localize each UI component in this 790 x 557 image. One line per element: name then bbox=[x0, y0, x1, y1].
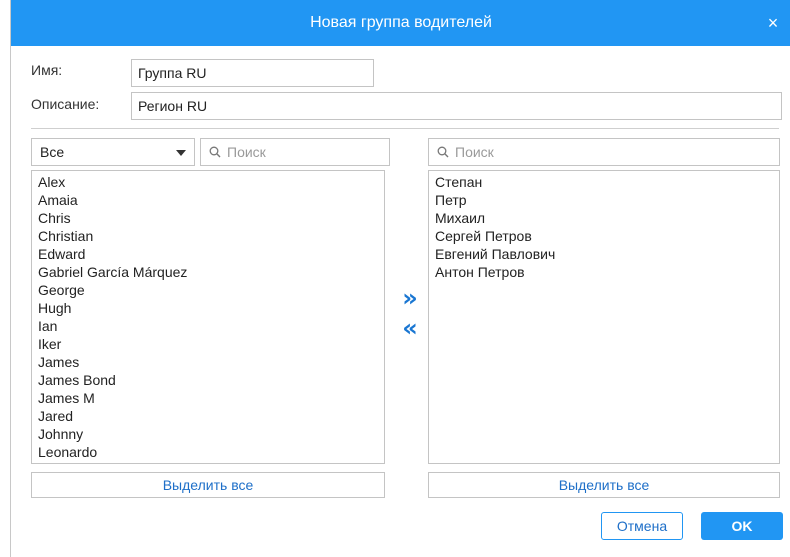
chevron-down-icon bbox=[176, 150, 186, 156]
cancel-button[interactable]: Отмена bbox=[601, 512, 683, 540]
filter-select[interactable]: Все bbox=[31, 138, 195, 166]
filter-select-value: Все bbox=[40, 144, 65, 160]
ok-button[interactable]: OK bbox=[701, 512, 783, 540]
list-item[interactable]: Amaia bbox=[38, 191, 384, 209]
list-item[interactable]: Christian bbox=[38, 227, 384, 245]
list-item[interactable]: Jared bbox=[38, 407, 384, 425]
left-search-field[interactable] bbox=[200, 138, 390, 166]
list-item[interactable]: James bbox=[38, 353, 384, 371]
description-label: Описание: bbox=[31, 96, 100, 112]
available-drivers-list[interactable]: Alex Amaia Chris Christian Edward Gabriel Gar… bbox=[31, 170, 385, 464]
list-item[interactable]: Антон Петров bbox=[435, 263, 779, 281]
list-item[interactable]: James Bond bbox=[38, 371, 384, 389]
list-item[interactable]: Gabriel García Márquez bbox=[38, 263, 384, 281]
list-item[interactable]: Chris bbox=[38, 209, 384, 227]
description-input[interactable] bbox=[131, 92, 782, 120]
list-item[interactable]: James M bbox=[38, 389, 384, 407]
list-item[interactable]: George bbox=[38, 281, 384, 299]
list-item[interactable]: Alex bbox=[38, 173, 384, 191]
left-search-input[interactable] bbox=[227, 139, 385, 165]
add-selected-icon[interactable]: » bbox=[398, 286, 422, 310]
new-driver-group-dialog: Новая группа водителей × Имя: Описание: … bbox=[10, 0, 790, 557]
list-item[interactable]: Ian bbox=[38, 317, 384, 335]
list-item[interactable]: Михаил bbox=[435, 209, 779, 227]
right-search-input[interactable] bbox=[455, 139, 775, 165]
list-item[interactable]: Edward bbox=[38, 245, 384, 263]
search-icon bbox=[209, 146, 221, 158]
group-drivers-list[interactable]: Степан Петр Михаил Сергей Петров Евгений Пав… bbox=[428, 170, 780, 464]
list-item[interactable]: Hugh bbox=[38, 299, 384, 317]
list-item[interactable]: Leonardo bbox=[38, 443, 384, 461]
dialog-titlebar: Новая группа водителей × bbox=[11, 0, 790, 46]
list-item[interactable]: Iker bbox=[38, 335, 384, 353]
list-item[interactable]: Евгений Павлович bbox=[435, 245, 779, 263]
close-icon[interactable]: × bbox=[765, 0, 781, 46]
list-item[interactable]: Степан bbox=[435, 173, 779, 191]
left-select-all-button[interactable]: Выделить все bbox=[31, 472, 385, 498]
name-input[interactable] bbox=[131, 59, 374, 87]
list-item[interactable]: Петр bbox=[435, 191, 779, 209]
right-search-field[interactable] bbox=[428, 138, 780, 166]
list-item[interactable]: Сергей Петров bbox=[435, 227, 779, 245]
name-label: Имя: bbox=[31, 62, 63, 78]
remove-selected-icon[interactable]: « bbox=[398, 316, 422, 340]
dialog-title: Новая группа водителей bbox=[310, 14, 492, 31]
search-icon bbox=[437, 146, 449, 158]
list-item[interactable]: Johnny bbox=[38, 425, 384, 443]
form-divider bbox=[31, 128, 779, 129]
right-select-all-button[interactable]: Выделить все bbox=[428, 472, 780, 498]
